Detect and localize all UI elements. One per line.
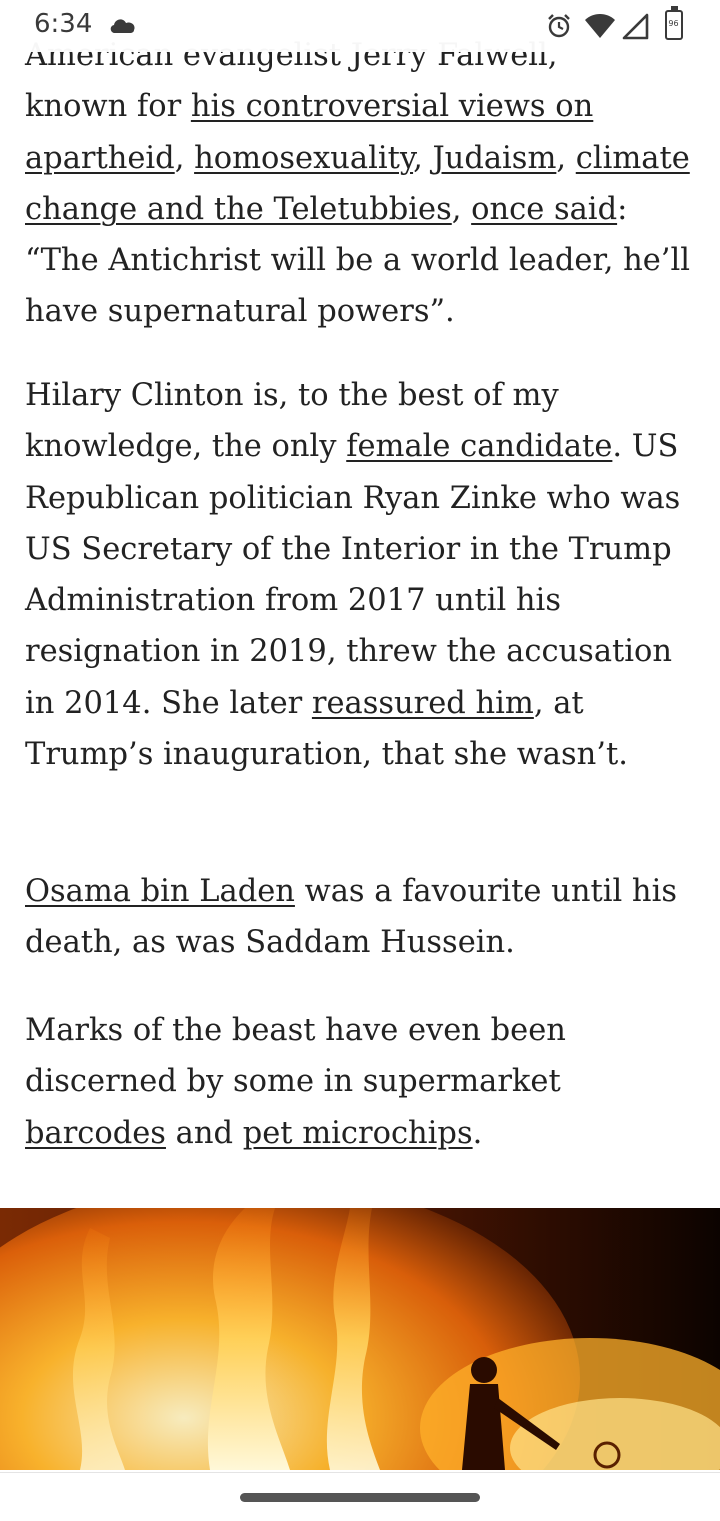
status-bar: 6:34 96: [0, 0, 720, 52]
article-paragraph-2: Hilary Clinton is, to the best of my kno…: [25, 370, 705, 780]
alarm-icon: [548, 14, 570, 38]
hero-fire-image: [0, 1208, 720, 1470]
battery-level: 96: [668, 19, 679, 28]
link-once-said[interactable]: once said: [471, 192, 617, 227]
link-pet-microchips[interactable]: pet microchips: [243, 1116, 473, 1151]
article-paragraph-4: Marks of the beast have even been discer…: [25, 1005, 705, 1159]
battery-icon: 96: [665, 6, 683, 40]
paragraph-text: ,: [413, 140, 433, 176]
link-homosexuality[interactable]: homosexuality: [194, 141, 413, 176]
paragraph-text: and: [165, 1115, 243, 1151]
status-time: 6:34: [34, 9, 93, 39]
link-barcodes[interactable]: barcodes: [25, 1116, 166, 1151]
paragraph-text: Marks of the beast have even been discer…: [25, 1013, 566, 1100]
paragraph-text: ,: [174, 140, 195, 176]
article-paragraph-1: American evangelist Jerry Falwell, known …: [25, 30, 705, 338]
link-osama-bin-laden[interactable]: Osama bin Laden: [25, 874, 295, 909]
paragraph-text: ,: [451, 191, 472, 227]
gesture-handle[interactable]: [240, 1493, 480, 1502]
paragraph-text: known for: [25, 89, 191, 125]
article-paragraph-3: Osama bin Laden was a favourite until hi…: [25, 866, 705, 969]
navigation-bar: [0, 1472, 720, 1521]
wifi-icon: [585, 14, 615, 38]
link-female-candidate[interactable]: female candidate: [346, 429, 612, 464]
paragraph-text: .: [472, 1115, 483, 1151]
paragraph-text: ,: [556, 140, 576, 176]
cell-signal-icon: [622, 13, 649, 40]
link-judaism[interactable]: Judaism: [432, 141, 556, 176]
paragraph-text: . US Republican politician Ryan Zinke wh…: [25, 429, 681, 721]
fire-figure-illustration: [0, 1208, 720, 1470]
article-body: American evangelist Jerry Falwell, known …: [0, 0, 720, 1470]
link-reassured-him[interactable]: reassured him: [312, 686, 534, 721]
cloud-icon: [110, 19, 135, 33]
